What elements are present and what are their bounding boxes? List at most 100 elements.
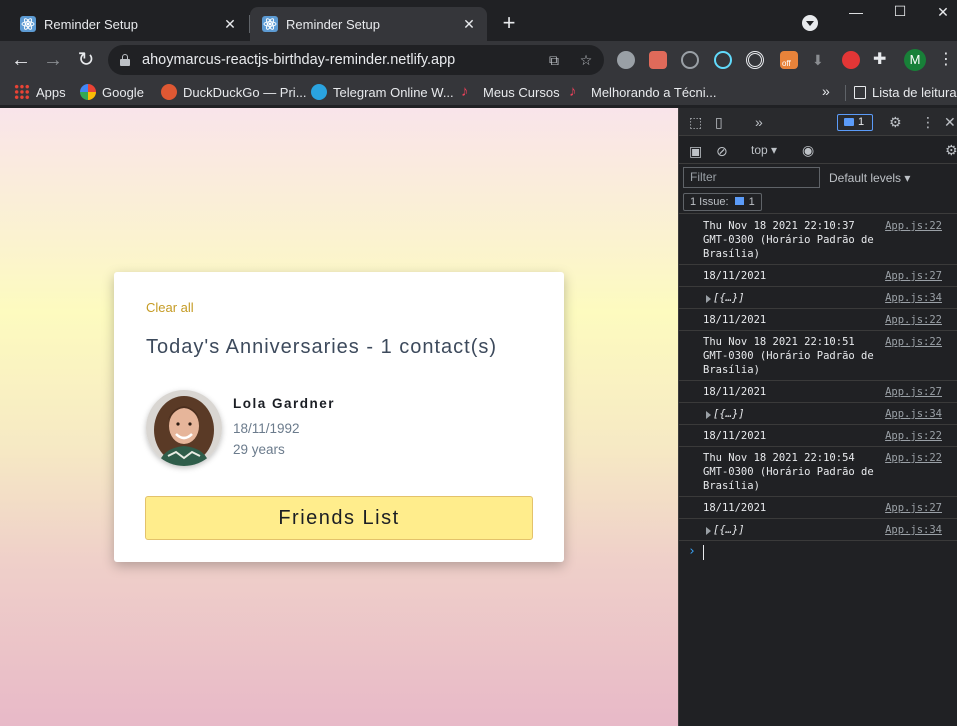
forward-arrow-icon[interactable]: →	[42, 49, 64, 71]
settings-gear-icon[interactable]: ⚙	[889, 114, 902, 130]
console-log-source-link[interactable]: App.js:22	[885, 429, 942, 443]
console-filter-input[interactable]: Filter	[683, 167, 820, 188]
expand-triangle-icon[interactable]	[706, 411, 711, 419]
console-settings-icon[interactable]: ⚙	[945, 142, 957, 158]
console-log-entry[interactable]: [{…}] App.js:34	[679, 519, 957, 541]
inspect-element-icon[interactable]: ⬚	[689, 114, 702, 130]
console-cursor	[703, 545, 704, 560]
console-log-entry[interactable]: [{…}] App.js:34	[679, 403, 957, 425]
clear-console-icon[interactable]: ⊘	[716, 143, 728, 159]
tab-search-icon[interactable]	[802, 15, 818, 31]
card-title: Today's Anniversaries - 1 contact(s)	[146, 336, 498, 358]
bookmark-melhorando[interactable]: ♪ Melhorando a Técni...	[569, 82, 717, 102]
console-log-entry[interactable]: Thu Nov 18 2021 22:10:51 GMT-0300 (Horár…	[679, 331, 957, 381]
window-close-icon[interactable]: ✕	[932, 4, 954, 24]
console-log-source-link[interactable]: App.js:27	[885, 385, 942, 399]
new-tab-plus-icon[interactable]: +	[498, 12, 520, 35]
expand-triangle-icon[interactable]	[706, 295, 711, 303]
profile-avatar[interactable]: M	[904, 49, 926, 71]
tab-title: Reminder Setup	[44, 16, 138, 32]
extension-3-icon[interactable]	[681, 51, 699, 69]
bookmark-google[interactable]: Google	[80, 82, 144, 102]
duckduckgo-icon	[161, 84, 177, 100]
console-log-source-link[interactable]: App.js:34	[885, 407, 942, 421]
maximize-icon[interactable]: ☐	[889, 3, 911, 23]
tab-close-icon[interactable]: ✕	[222, 16, 238, 32]
react-favicon-icon	[262, 16, 278, 32]
browser-toolbar: ← → ↻ ahoymarcus-reactjs-birthday-remind…	[0, 41, 957, 78]
console-log-entry[interactable]: 18/11/2021 App.js:27	[679, 497, 957, 519]
console-log-entry[interactable]: Thu Nov 18 2021 22:10:37 GMT-0300 (Horár…	[679, 215, 957, 265]
bookmarks-overflow-icon[interactable]: »	[822, 83, 830, 99]
console-log-source-link[interactable]: App.js:22	[885, 451, 942, 465]
issues-button[interactable]: 1 Issue: 1	[683, 193, 762, 211]
devtools-toolbar: ⬚ ▯ » 1 ⚙ ⋮ ✕	[679, 108, 957, 136]
extension-5-icon[interactable]	[746, 51, 764, 69]
console-log-source-link[interactable]: App.js:34	[885, 291, 942, 305]
console-log-entry[interactable]: 18/11/2021 App.js:22	[679, 309, 957, 331]
apps-grid-icon	[14, 84, 30, 100]
console-log-entry[interactable]: [{…}] App.js:34	[679, 287, 957, 309]
back-arrow-icon[interactable]: ←	[10, 49, 32, 71]
address-bar[interactable]: ahoymarcus-reactjs-birthday-reminder.net…	[108, 45, 604, 75]
react-favicon-icon	[20, 16, 36, 32]
console-log-entry[interactable]: 18/11/2021 App.js:27	[679, 265, 957, 287]
music-note-icon: ♪	[569, 83, 577, 100]
more-panels-icon[interactable]: »	[755, 114, 763, 130]
friends-list-button[interactable]: Friends List	[145, 496, 533, 540]
console-log-list: Thu Nov 18 2021 22:10:37 GMT-0300 (Horár…	[679, 215, 957, 563]
console-log-entry[interactable]: 18/11/2021 App.js:27	[679, 381, 957, 403]
minimize-icon[interactable]: —	[845, 4, 867, 24]
console-log-source-link[interactable]: App.js:34	[885, 523, 942, 537]
console-log-source-link[interactable]: App.js:27	[885, 269, 942, 283]
console-log-source-link[interactable]: App.js:22	[885, 219, 942, 233]
issue-flag-icon	[734, 197, 744, 205]
live-expression-eye-icon[interactable]: ◉	[802, 142, 814, 158]
bookmark-telegram[interactable]: Telegram Online W...	[311, 82, 454, 102]
bookmark-duckduckgo[interactable]: DuckDuckGo — Pri...	[161, 82, 307, 102]
expand-triangle-icon[interactable]	[706, 527, 711, 535]
url-text[interactable]: ahoymarcus-reactjs-birthday-reminder.net…	[142, 52, 455, 68]
device-toolbar-icon[interactable]: ▯	[715, 114, 723, 130]
page-viewport: Clear all Today's Anniversaries - 1 cont…	[0, 108, 678, 726]
reading-list-icon	[854, 85, 866, 99]
console-log-entry[interactable]: 18/11/2021 App.js:22	[679, 425, 957, 447]
devtools-menu-icon[interactable]: ⋮	[921, 114, 935, 130]
anniversary-card: Clear all Today's Anniversaries - 1 cont…	[114, 272, 564, 562]
telegram-icon	[311, 84, 327, 100]
bookmark-apps[interactable]: Apps	[14, 82, 66, 102]
issues-counter-badge[interactable]: 1	[837, 114, 873, 131]
console-log-source-link[interactable]: App.js:22	[885, 313, 942, 327]
log-levels-dropdown[interactable]: Default levels ▾	[829, 171, 910, 185]
reload-icon[interactable]: ↻	[75, 49, 97, 71]
bookmark-reading-list[interactable]: Lista de leitura	[854, 82, 957, 102]
extension-2-icon[interactable]	[649, 51, 667, 69]
console-log-source-link[interactable]: App.js:27	[885, 501, 942, 515]
console-prompt[interactable]: ›	[679, 541, 957, 563]
devtools-close-icon[interactable]: ✕	[944, 114, 956, 130]
extension-8-icon[interactable]	[842, 51, 860, 69]
tab-close-icon[interactable]: ✕	[461, 16, 477, 32]
sidebar-toggle-icon[interactable]: ▣	[689, 143, 702, 159]
console-log-entry[interactable]: Thu Nov 18 2021 22:10:54 GMT-0300 (Horár…	[679, 447, 957, 497]
extensions-puzzle-icon[interactable]: ✚	[873, 51, 891, 69]
translate-icon[interactable]: ⧉	[546, 52, 562, 68]
browser-menu-icon[interactable]: ⋮	[938, 49, 954, 71]
extension-7-icon[interactable]: ⬇	[812, 51, 830, 69]
tab-reminder-setup-1[interactable]: Reminder Setup ✕	[8, 7, 248, 41]
google-icon	[80, 84, 96, 100]
tab-reminder-setup-2[interactable]: Reminder Setup ✕	[250, 7, 487, 41]
extension-1-icon[interactable]	[617, 51, 635, 69]
context-selector[interactable]: top ▾	[751, 143, 777, 157]
tab-title: Reminder Setup	[286, 16, 380, 32]
contact-birth-date: 18/11/1992	[233, 421, 300, 436]
bookmarks-bar: Apps Google DuckDuckGo — Pri... Telegram…	[0, 78, 957, 105]
react-devtools-icon[interactable]	[714, 51, 732, 69]
clear-all-link[interactable]: Clear all	[146, 300, 194, 315]
bookmark-meus-cursos[interactable]: ♪ Meus Cursos	[461, 82, 560, 102]
bookmark-star-icon[interactable]: ☆	[578, 52, 594, 68]
music-note-icon: ♪	[461, 83, 469, 100]
lock-icon[interactable]	[120, 54, 130, 66]
extension-off-icon[interactable]: off	[780, 51, 798, 69]
console-log-source-link[interactable]: App.js:22	[885, 335, 942, 349]
